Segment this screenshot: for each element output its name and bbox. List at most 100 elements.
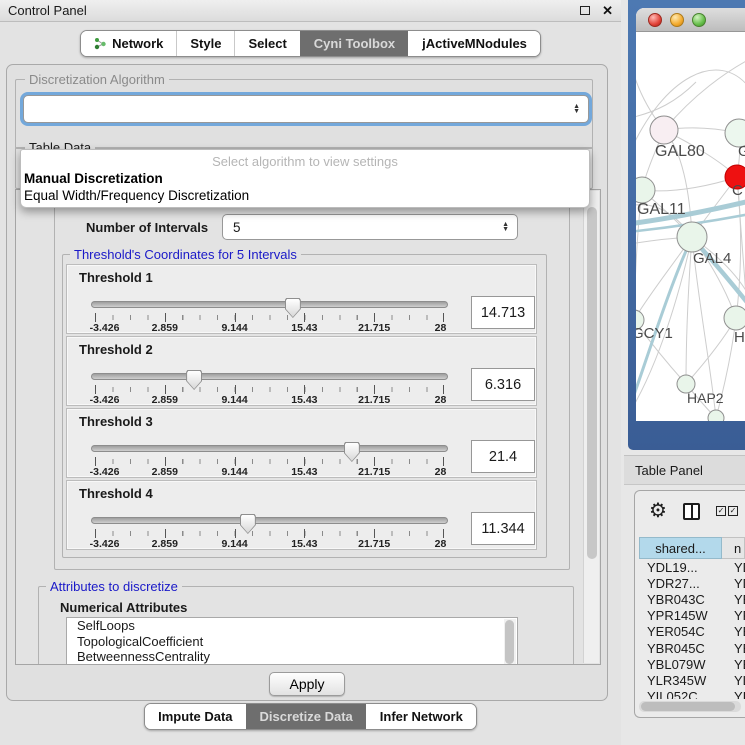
- table-horizontal-scrollbar[interactable]: [639, 701, 741, 712]
- svg-text:GAL11: GAL11: [637, 201, 686, 218]
- tab-network[interactable]: Network: [81, 31, 176, 56]
- table-header-row: shared... n: [639, 537, 745, 559]
- threshold-1-slider-track[interactable]: [91, 301, 448, 308]
- tab-jactivemnodules[interactable]: jActiveMNodules: [408, 31, 540, 56]
- attributes-list-scrollbar[interactable]: [504, 619, 516, 665]
- threshold-4-panel: Threshold 4 -3.426 2.859 9.144 15.43 21.…: [66, 480, 537, 550]
- node[interactable]: [708, 410, 724, 421]
- numerical-attributes-list[interactable]: SelfLoops TopologicalCoefficient Between…: [66, 617, 518, 665]
- svg-text:G: G: [738, 143, 745, 160]
- svg-text:GAL4: GAL4: [693, 250, 731, 267]
- threshold-4-slider-track[interactable]: [91, 517, 448, 524]
- tab-infer-network-label: Infer Network: [380, 709, 463, 724]
- table-rows: YDL19...YDL1 YDR27...YDR2 YBR043CYBR0 YP…: [639, 559, 745, 699]
- threshold-1-scale-labels: -3.426 2.859 9.144 15.43 21.715 28: [95, 322, 444, 334]
- network-canvas[interactable]: GAL80 G C GAL11 GAL4 GCY1 H HAP2: [636, 32, 745, 421]
- screen: { "window": { "title": "Control Panel" }…: [0, 0, 745, 745]
- close-icon[interactable]: ✕: [602, 4, 613, 17]
- combo-arrows-icon: ▲▼: [502, 222, 509, 232]
- checkbox-icon: ✓: [716, 506, 726, 516]
- column-header-shared-name[interactable]: shared...: [639, 537, 722, 559]
- table-row[interactable]: YPR145WYPR1: [639, 608, 745, 624]
- svg-text:H: H: [734, 329, 745, 346]
- minimize-traffic-light[interactable]: [670, 13, 684, 27]
- threshold-2-slider-track[interactable]: [91, 373, 448, 380]
- threshold-4-label: Threshold 4: [79, 486, 153, 501]
- tab-style-label: Style: [190, 36, 221, 51]
- cyni-content-panel: Discretization Algorithm ▲▼ Table Data g…: [6, 64, 608, 701]
- column-split-icon[interactable]: [683, 503, 700, 520]
- list-item[interactable]: BetweennessCentrality: [67, 649, 517, 665]
- attributes-group-title: Attributes to discretize: [46, 579, 182, 594]
- tab-discretize-data-label: Discretize Data: [260, 709, 353, 724]
- tab-cyni-toolbox[interactable]: Cyni Toolbox: [300, 31, 408, 56]
- list-item[interactable]: SelfLoops: [67, 618, 517, 634]
- threshold-2-scale-labels: -3.426 2.859 9.144 15.43 21.715 28: [95, 394, 444, 406]
- node-gal4[interactable]: [677, 222, 707, 252]
- svg-text:GCY1: GCY1: [636, 325, 673, 342]
- scrollbar-thumb[interactable]: [587, 207, 597, 559]
- select-columns-icon[interactable]: ✓ ✓: [716, 506, 738, 516]
- threshold-2-value-field[interactable]: 6.316: [471, 368, 535, 401]
- column-header-name[interactable]: n: [722, 537, 745, 559]
- threshold-4-value-field[interactable]: 11.344: [471, 512, 535, 545]
- threshold-3-label: Threshold 3: [79, 414, 153, 429]
- algorithm-option-manual[interactable]: Manual Discretization: [21, 170, 589, 187]
- table-row[interactable]: YBR043CYBR0: [639, 591, 745, 607]
- table-row[interactable]: YBL079WYBL0: [639, 656, 745, 672]
- threshold-1-value-field[interactable]: 14.713: [471, 296, 535, 329]
- network-view-window: GAL80 G C GAL11 GAL4 GCY1 H HAP2: [628, 0, 745, 450]
- table-panel: ⚙ ✓ ✓ shared... n YDL19...YDL1 YDR27...Y…: [634, 490, 745, 718]
- table-row[interactable]: YER054CYER0: [639, 624, 745, 640]
- tab-infer-network[interactable]: Infer Network: [366, 704, 476, 729]
- threshold-3-value-field[interactable]: 21.4: [471, 440, 535, 473]
- window-title: Control Panel: [8, 3, 580, 18]
- zoom-traffic-light[interactable]: [692, 13, 706, 27]
- settings-vertical-scrollbar[interactable]: [583, 191, 599, 663]
- network-window-inner: GAL80 G C GAL11 GAL4 GCY1 H HAP2: [636, 8, 745, 421]
- apply-button[interactable]: Apply: [269, 672, 344, 696]
- threshold-1-panel: Threshold 1 -3.426 2.859 9.144 15.43 21.…: [66, 264, 537, 334]
- svg-text:HAP2: HAP2: [687, 390, 724, 406]
- float-window-icon[interactable]: [580, 6, 590, 15]
- node-gal80[interactable]: [650, 116, 678, 144]
- gear-icon[interactable]: ⚙: [649, 501, 667, 521]
- tab-style[interactable]: Style: [176, 31, 234, 56]
- algorithm-group-title: Discretization Algorithm: [25, 72, 169, 87]
- svg-text:GAL80: GAL80: [655, 143, 705, 160]
- num-intervals-label: Number of Intervals: [86, 220, 208, 235]
- list-item[interactable]: TopologicalCoefficient: [67, 634, 517, 650]
- numerical-attributes-label: Numerical Attributes: [60, 600, 187, 615]
- settings-scroll-panel: Interval Definition Number of Intervals …: [15, 189, 601, 665]
- threshold-3-ticks: [95, 459, 444, 464]
- threshold-3-slider-track[interactable]: [91, 445, 448, 452]
- table-row[interactable]: YIL052CYIL0: [639, 689, 745, 700]
- table-row[interactable]: YDR27...YDR2: [639, 575, 745, 591]
- tab-impute-data[interactable]: Impute Data: [145, 704, 245, 729]
- control-panel-titlebar: Control Panel ✕: [0, 0, 621, 22]
- threshold-4-ticks: [95, 531, 444, 536]
- network-graph: GAL80 G C GAL11 GAL4 GCY1 H HAP2: [636, 32, 745, 421]
- threshold-2-ticks: [95, 387, 444, 392]
- top-tabstrip: Network Style Select Cyni Toolbox jActiv…: [80, 30, 541, 57]
- algorithm-option-equal-width[interactable]: Equal Width/Frequency Discretization: [21, 187, 589, 204]
- table-row[interactable]: YLR345WYLR3: [639, 672, 745, 688]
- control-panel-window: Control Panel ✕ Network Style Select: [0, 0, 621, 745]
- algorithm-dropdown-popup: Select algorithm to view settings Manual…: [20, 149, 590, 208]
- algorithm-combobox[interactable]: ▲▼: [23, 95, 589, 123]
- algorithm-popup-hint: Select algorithm to view settings: [21, 152, 589, 170]
- close-traffic-light[interactable]: [648, 13, 662, 27]
- threshold-1-ticks: [95, 315, 444, 320]
- num-intervals-value: 5: [233, 220, 241, 235]
- top-tab-bar: Network Style Select Cyni Toolbox jActiv…: [0, 30, 621, 57]
- table-row[interactable]: YBR045CYBR0: [639, 640, 745, 656]
- tab-jactivemnodules-label: jActiveMNodules: [422, 36, 527, 51]
- tab-impute-data-label: Impute Data: [158, 709, 232, 724]
- tab-select[interactable]: Select: [234, 31, 299, 56]
- num-intervals-combobox[interactable]: 5 ▲▼: [222, 214, 518, 240]
- thresholds-group-title: Threshold's Coordinates for 5 Intervals: [70, 247, 301, 262]
- combo-arrows-icon: ▲▼: [573, 104, 580, 114]
- node[interactable]: [724, 306, 745, 330]
- tab-discretize-data[interactable]: Discretize Data: [246, 704, 366, 729]
- table-row[interactable]: YDL19...YDL1: [639, 559, 745, 575]
